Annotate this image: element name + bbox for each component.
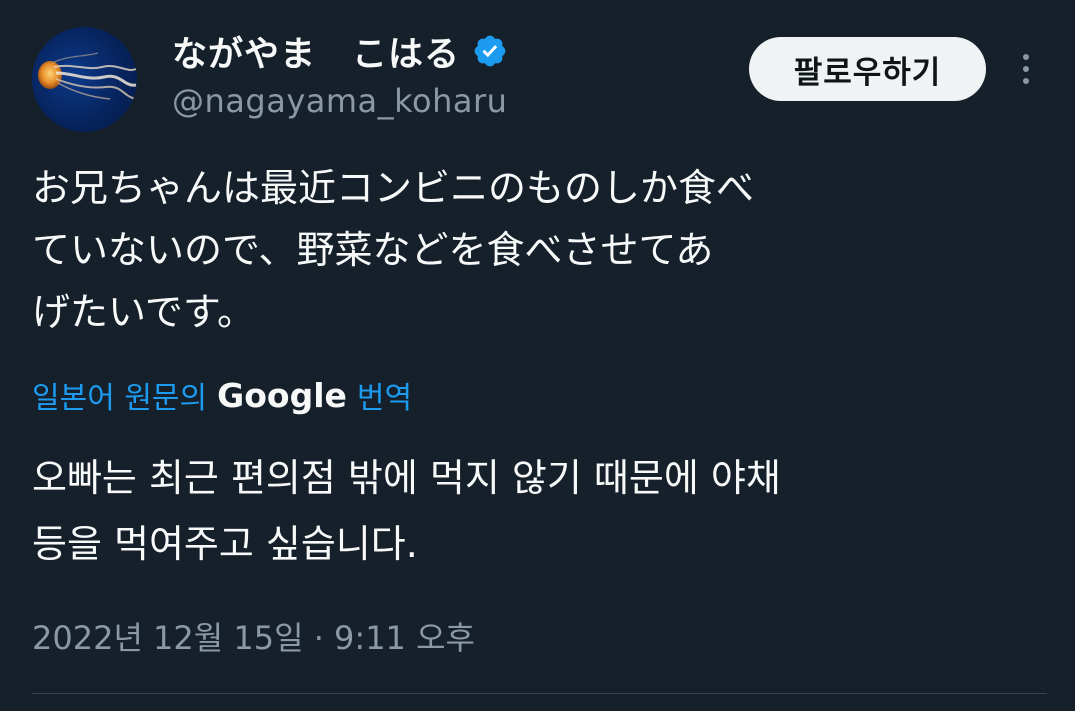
more-dot xyxy=(1023,78,1029,84)
more-options-icon[interactable] xyxy=(1011,45,1041,93)
jellyfish-avatar-icon xyxy=(38,52,137,100)
divider xyxy=(32,693,1047,694)
tweet-text-line: げたいです。 xyxy=(32,290,256,334)
more-dot xyxy=(1023,54,1029,60)
verified-badge-icon xyxy=(474,35,506,67)
translation-prefix[interactable]: 일본어 원문의 xyxy=(32,373,207,417)
tweet-text-line: ていないので、野菜などを食べさせてあ xyxy=(32,228,714,272)
follow-button[interactable]: 팔로우하기 xyxy=(749,37,986,101)
avatar[interactable] xyxy=(32,27,137,132)
tweet-text: お兄ちゃんは最近コンビニのものしか食べ ていないので、野菜などを食べさせてあ げ… xyxy=(32,157,912,343)
translation-suffix[interactable]: 번역 xyxy=(357,373,412,417)
display-name[interactable]: ながやま こはる xyxy=(172,26,460,77)
tweet-card: ながやま こはる @nagayama_koharu 팔로우하기 お兄ちゃんは最近… xyxy=(0,0,1075,711)
more-dot xyxy=(1023,66,1029,72)
tweet-timestamp[interactable]: 2022년 12월 15일 · 9:11 오후 xyxy=(32,608,475,664)
author-name-row[interactable]: ながやま こはる xyxy=(172,26,508,77)
translation-attribution[interactable]: 일본어 원문의 Google 번역 xyxy=(32,370,412,420)
translated-text: 오빠는 최근 편의점 밖에 먹지 않기 때문에 야채 등을 먹여주고 싶습니다. xyxy=(32,445,992,577)
google-logo: Google xyxy=(217,375,347,415)
translated-text-line: 등을 먹여주고 싶습니다. xyxy=(32,522,418,566)
author-handle[interactable]: @nagayama_koharu xyxy=(172,82,507,120)
translated-text-line: 오빠는 최근 편의점 밖에 먹지 않기 때문에 야채 xyxy=(32,456,781,500)
tweet-text-line: お兄ちゃんは最近コンビニのものしか食べ xyxy=(32,166,755,210)
